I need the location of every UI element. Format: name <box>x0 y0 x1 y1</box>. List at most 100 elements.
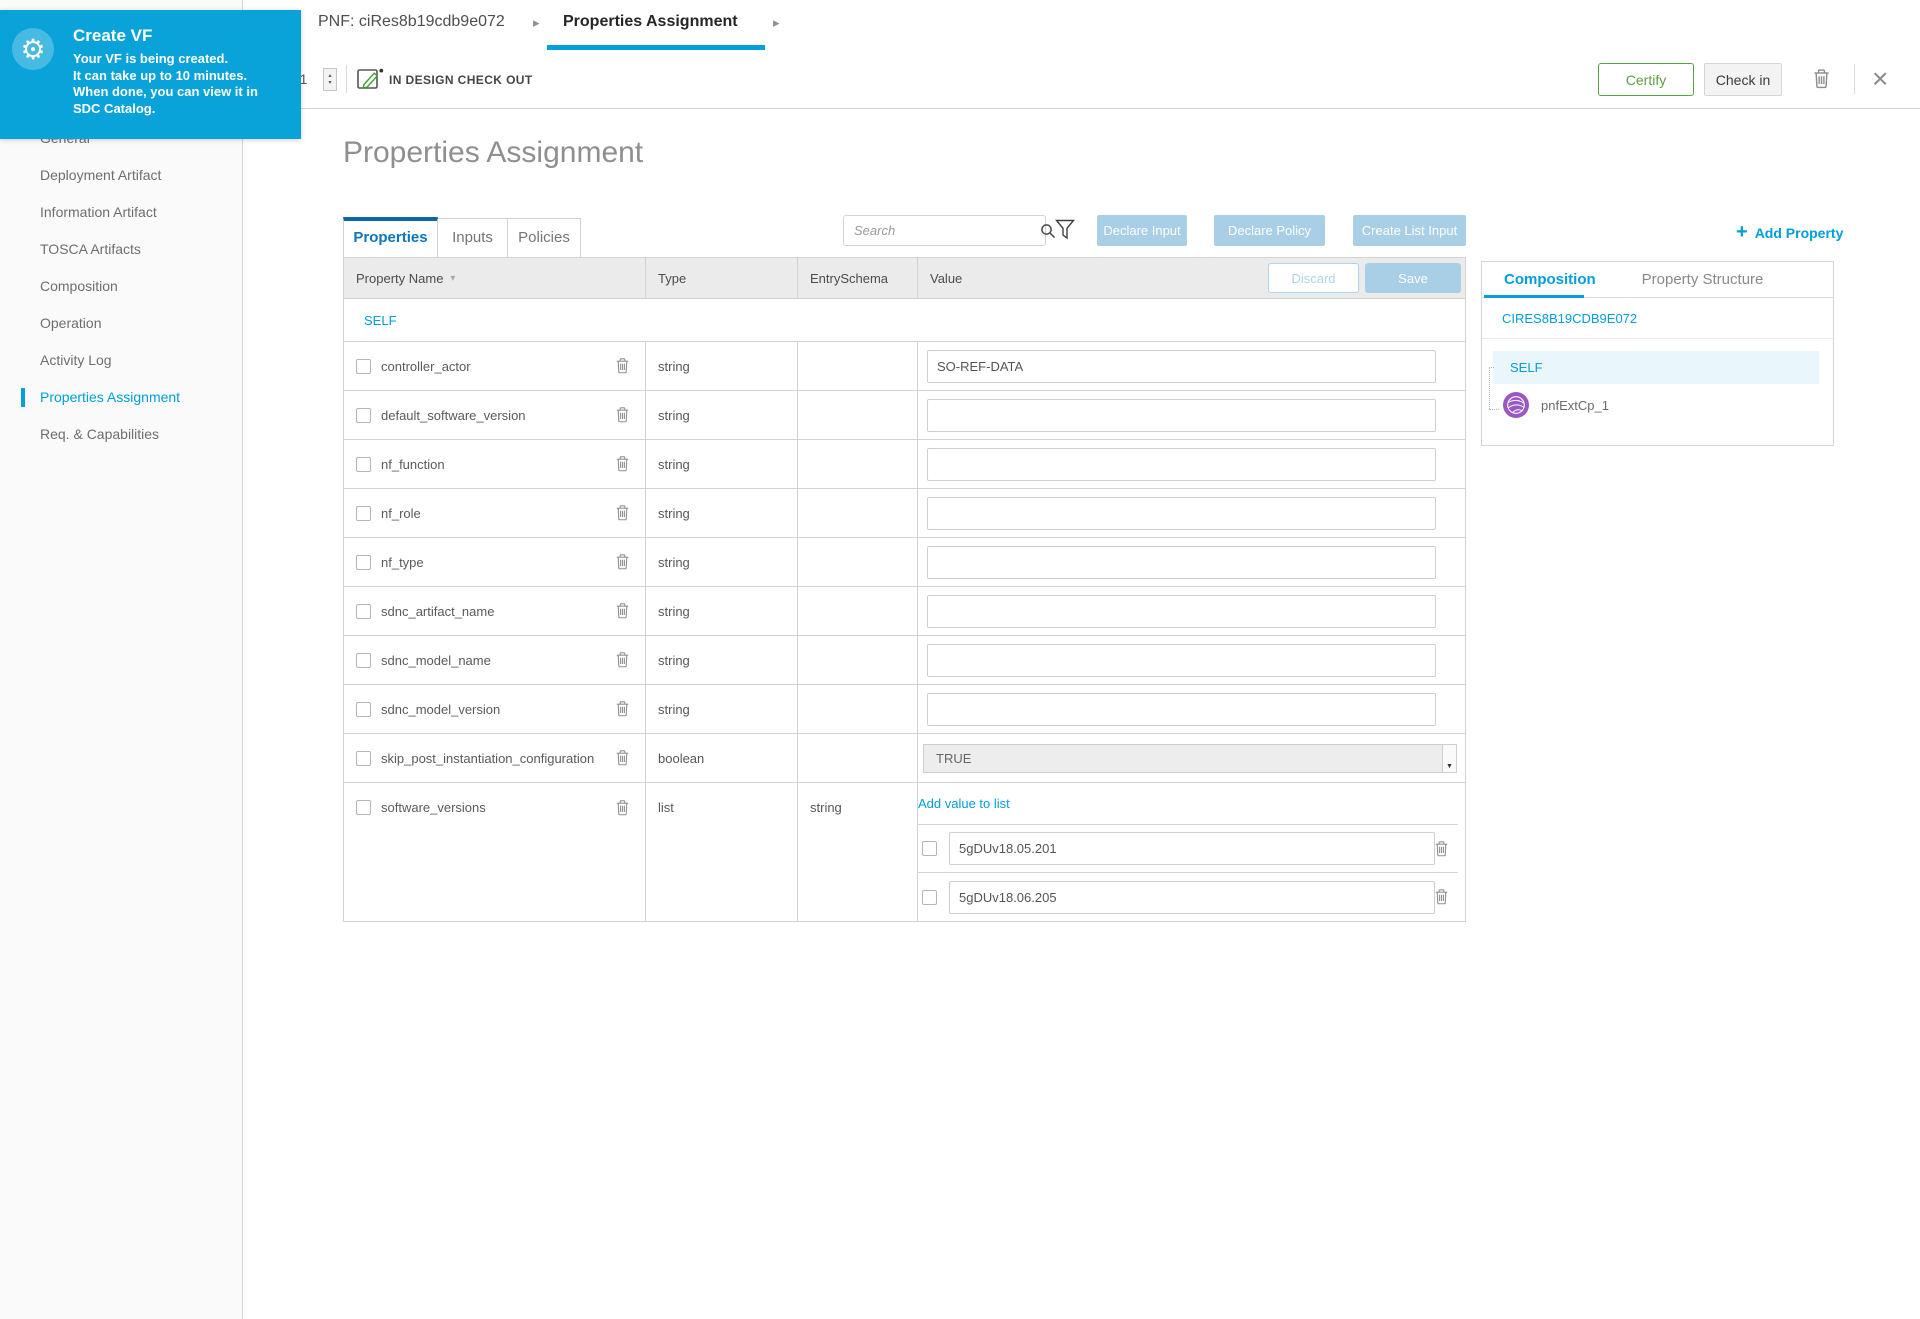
row-checkbox[interactable] <box>356 701 371 717</box>
row-checkbox[interactable] <box>356 407 371 423</box>
property-value-input[interactable] <box>927 447 1436 481</box>
sidebar-item-label: Operation <box>40 315 102 331</box>
check-in-button[interactable]: Check in <box>1704 63 1782 96</box>
toast-message: Your VF is being created. It can take up… <box>73 51 258 117</box>
property-value-input[interactable] <box>927 349 1436 383</box>
delete-property-icon[interactable] <box>616 554 629 570</box>
property-value-input[interactable] <box>927 496 1436 530</box>
delete-list-value-icon[interactable] <box>1435 840 1448 857</box>
breadcrumb-parent-tab[interactable]: PNF: ciRes8b19cdb9e072 <box>318 13 505 31</box>
selected-value: TRUE <box>936 750 972 766</box>
breadcrumb-current-tab[interactable]: Properties Assignment <box>563 13 738 31</box>
sidebar-item-label: Composition <box>40 278 118 294</box>
declare-input-button[interactable]: Declare Input <box>1097 215 1187 246</box>
toast-line: Your VF is being created. <box>73 51 229 66</box>
list-value-row <box>918 823 1458 873</box>
property-value-input[interactable] <box>927 398 1436 432</box>
save-button[interactable]: Save <box>1365 263 1461 293</box>
property-type: list <box>658 800 674 815</box>
tree-node-self[interactable]: SELF <box>1493 351 1819 384</box>
toast-line: It can take up to 10 minutes. <box>73 67 248 83</box>
version-stepper[interactable]: ▴ ▾ <box>323 68 337 91</box>
row-checkbox[interactable] <box>356 456 371 472</box>
create-vf-toast[interactable]: ⚙ Create VF Your VF is being created. It… <box>0 10 301 139</box>
delete-property-icon[interactable] <box>616 407 629 423</box>
declare-policy-button[interactable]: Declare Policy <box>1214 215 1325 246</box>
composition-root-node[interactable]: CIRES8B19CDB9E072 <box>1482 298 1833 339</box>
search-input[interactable] <box>844 223 1040 238</box>
tree-connector-line <box>1489 367 1494 368</box>
delete-property-icon[interactable] <box>616 358 629 374</box>
toast-line: When done, you can view it in <box>73 84 258 99</box>
tab-inputs[interactable]: Inputs <box>438 218 508 258</box>
row-checkbox[interactable] <box>356 358 371 374</box>
toolbar-divider <box>1854 64 1855 94</box>
delete-icon[interactable] <box>1813 69 1830 94</box>
sidebar-item-operation[interactable]: Operation <box>0 305 242 342</box>
tree-node-pnfextcp[interactable]: pnfExtCp_1 <box>1482 384 1833 426</box>
property-value-input[interactable] <box>927 643 1436 677</box>
delete-property-icon[interactable] <box>616 505 629 521</box>
delete-property-icon[interactable] <box>616 750 629 766</box>
discard-button[interactable]: Discard <box>1268 263 1359 293</box>
toast-title: Create VF <box>73 26 153 45</box>
tab-policies[interactable]: Policies <box>508 218 581 258</box>
row-checkbox[interactable] <box>356 505 371 521</box>
sidebar-item-properties-assignment[interactable]: Properties Assignment <box>0 379 242 416</box>
delete-property-icon[interactable] <box>616 603 629 619</box>
boolean-value-select[interactable]: TRUE ▼ <box>923 743 1457 773</box>
add-value-to-list-link[interactable]: Add value to list <box>918 796 1010 811</box>
stepper-down-icon[interactable]: ▾ <box>328 80 331 87</box>
delete-list-value-icon[interactable] <box>1435 889 1448 905</box>
sidebar-item-deployment-artifact[interactable]: Deployment Artifact <box>0 157 242 194</box>
row-checkbox[interactable] <box>356 750 371 766</box>
property-name: sdnc_model_name <box>381 652 491 668</box>
sidebar-item-composition[interactable]: Composition <box>0 268 242 305</box>
sort-caret-icon[interactable]: ▾ <box>450 273 455 284</box>
list-value-input[interactable] <box>949 880 1435 914</box>
create-list-input-button[interactable]: Create List Input <box>1353 215 1466 246</box>
tree-connector-line <box>1489 409 1499 410</box>
left-sidebar: General Deployment Artifact Information … <box>0 0 243 1319</box>
row-checkbox[interactable] <box>356 554 371 570</box>
property-type: string <box>658 505 690 521</box>
delete-property-icon[interactable] <box>616 456 629 472</box>
list-value-checkbox[interactable] <box>922 889 937 905</box>
tab-property-structure[interactable]: Property Structure <box>1642 271 1764 288</box>
property-name: nf_function <box>381 456 445 472</box>
sidebar-item-activity-log[interactable]: Activity Log <box>0 342 242 379</box>
delete-property-icon[interactable] <box>616 800 629 816</box>
row-checkbox[interactable] <box>356 652 371 668</box>
sidebar-item-tosca-artifacts[interactable]: TOSCA Artifacts <box>0 231 242 268</box>
active-tab-underline <box>1484 295 1584 298</box>
add-property-button[interactable]: + Add Property <box>1736 221 1843 244</box>
delete-property-icon[interactable] <box>616 652 629 668</box>
certify-button[interactable]: Certify <box>1598 63 1694 96</box>
filter-icon[interactable] <box>1055 219 1075 245</box>
property-value-input[interactable] <box>927 692 1436 726</box>
property-name: software_versions <box>381 800 486 815</box>
delete-property-icon[interactable] <box>616 701 629 717</box>
row-checkbox[interactable] <box>356 603 371 619</box>
select-arrow-icon[interactable]: ▼ <box>1442 744 1456 772</box>
toolbar-divider <box>346 65 347 93</box>
property-value-input[interactable] <box>927 545 1436 579</box>
properties-table: Property Name ▾ Type EntrySchema Value D… <box>343 257 1466 922</box>
sidebar-item-req-capabilities[interactable]: Req. & Capabilities <box>0 416 242 453</box>
search-icon[interactable] <box>1040 223 1056 239</box>
sidebar-item-information-artifact[interactable]: Information Artifact <box>0 194 242 231</box>
composition-panel: Composition Property Structure CIRES8B19… <box>1481 261 1834 446</box>
column-header-property-name[interactable]: Property Name ▾ <box>344 258 646 298</box>
group-row-self[interactable]: SELF <box>343 299 1466 342</box>
tab-properties[interactable]: Properties <box>343 217 438 258</box>
property-name: skip_post_instantiation_configuration <box>381 750 595 766</box>
composition-tree: SELF pnfExtCp_1 <box>1482 339 1833 426</box>
close-icon[interactable]: × <box>1872 59 1888 99</box>
stepper-up-icon[interactable]: ▴ <box>328 73 331 80</box>
row-checkbox[interactable] <box>356 800 371 815</box>
list-value-input[interactable] <box>949 832 1435 866</box>
list-value-checkbox[interactable] <box>922 841 937 857</box>
property-name: nf_type <box>381 554 424 570</box>
property-value-input[interactable] <box>927 594 1436 628</box>
tab-composition[interactable]: Composition <box>1504 271 1596 288</box>
